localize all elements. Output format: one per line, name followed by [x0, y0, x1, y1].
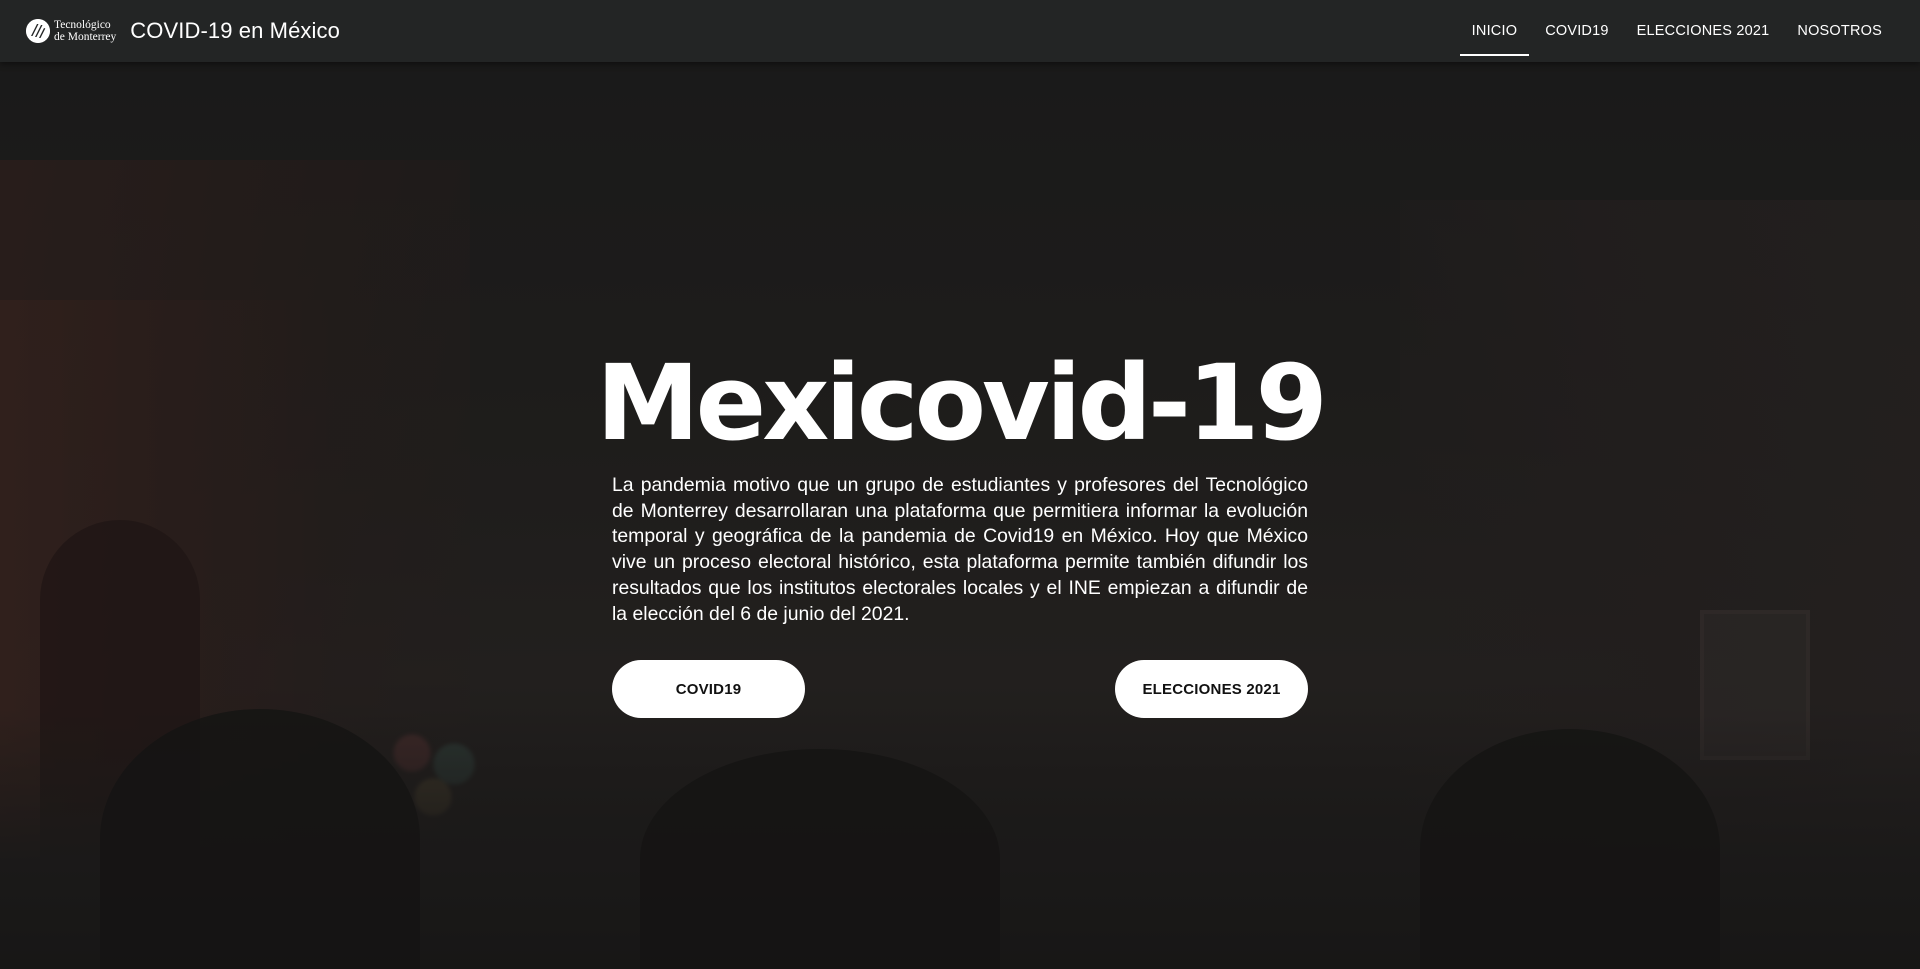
brand[interactable]: Tecnológico de Monterrey COVID-19 en Méx…	[26, 18, 340, 44]
site-title[interactable]: COVID-19 en México	[130, 18, 340, 44]
logo-line-1: Tecnológico	[54, 19, 111, 31]
top-navbar: Tecnológico de Monterrey COVID-19 en Méx…	[0, 0, 1920, 62]
elecciones-2021-button[interactable]: ELECCIONES 2021	[1115, 660, 1308, 719]
nav-item-nosotros[interactable]: NOSOTROS	[1785, 6, 1894, 56]
covid19-button[interactable]: COVID19	[612, 660, 805, 719]
hero-description: La pandemia motivo que un grupo de estud…	[612, 474, 1308, 625]
hero-buttons: COVID19 ELECCIONES 2021	[612, 660, 1308, 719]
logo-line-2: de Monterrey	[54, 31, 117, 43]
nav-item-inicio[interactable]: INICIO	[1459, 6, 1530, 56]
tec-logo-icon	[26, 19, 50, 43]
hero-content: Mexicovid-19 La pandemia motivo que un g…	[596, 338, 1328, 719]
nav-item-covid19[interactable]: COVID19	[1533, 6, 1620, 56]
tec-logo-wordmark: Tecnológico de Monterrey	[54, 19, 116, 43]
nav-item-elecciones-2021[interactable]: ELECCIONES 2021	[1625, 6, 1782, 56]
tec-monterrey-logo[interactable]: Tecnológico de Monterrey	[26, 19, 116, 43]
main-nav: INICIO COVID19 ELECCIONES 2021 NOSOTROS	[1456, 6, 1894, 56]
hero-title: Mexicovid-19	[596, 342, 1328, 464]
